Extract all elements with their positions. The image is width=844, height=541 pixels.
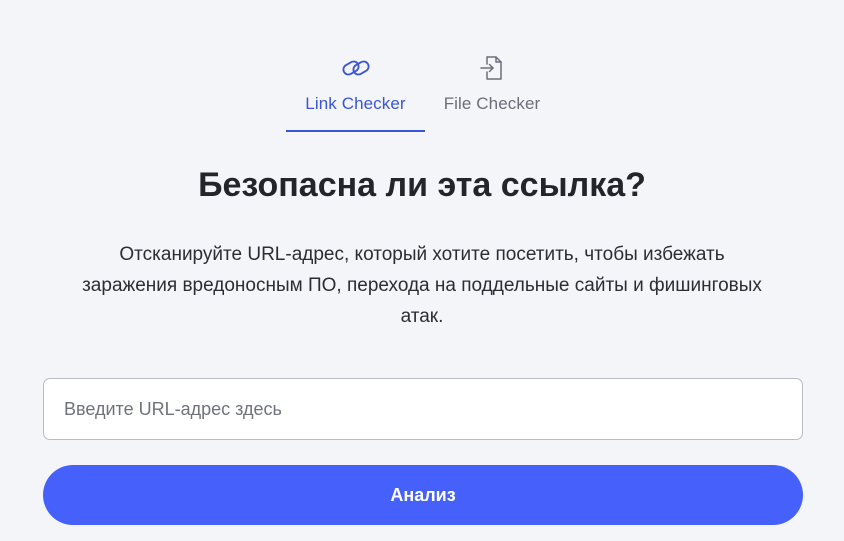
analyze-button[interactable]: Анализ xyxy=(43,465,803,525)
page-description: Отсканируйте URL-адрес, который хотите п… xyxy=(82,244,762,327)
file-import-icon xyxy=(478,48,506,86)
page-title: Безопасна ли эта ссылка? xyxy=(198,166,646,204)
tab-file-checker-label: File Checker xyxy=(443,94,541,113)
link-checker-page: Link Checker File Checker Безопасна ли э… xyxy=(0,0,844,541)
url-input[interactable] xyxy=(43,378,803,440)
link-icon xyxy=(339,48,373,86)
tab-link-checker-label: Link Checker xyxy=(305,94,406,113)
active-tab-indicator xyxy=(286,130,425,132)
checker-tabs: Link Checker File Checker xyxy=(286,48,559,132)
tab-file-checker[interactable]: File Checker xyxy=(425,48,559,132)
tab-link-checker[interactable]: Link Checker xyxy=(286,48,425,132)
